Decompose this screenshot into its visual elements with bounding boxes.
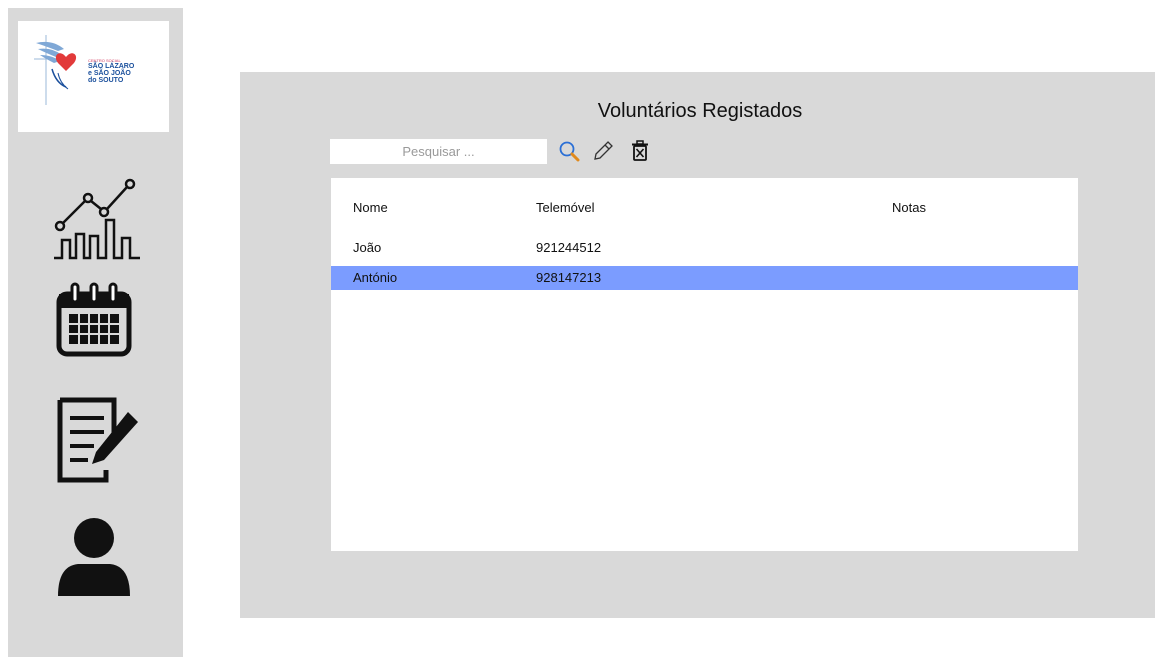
column-header-notas[interactable]: Notas: [892, 200, 926, 215]
logo-line4: do SOUTO: [88, 77, 124, 84]
chart-growth-icon: [54, 178, 140, 260]
logo-text: CENTRO SOCIAL SÃO LÁZARO e SÃO JOÃO do S…: [88, 58, 134, 84]
cell-nome: António: [353, 270, 398, 285]
table-row[interactable]: João 921244512: [331, 236, 1078, 260]
table-row-selected[interactable]: António 928147213: [331, 266, 1078, 290]
search-input[interactable]: [330, 139, 547, 164]
pencil-icon: [594, 141, 613, 160]
edit-button[interactable]: [592, 140, 614, 167]
logo[interactable]: CENTRO SOCIAL SÃO LÁZARO e SÃO JOÃO do S…: [18, 21, 169, 132]
sidebar-item-statistics[interactable]: [52, 176, 142, 261]
sidebar-item-calendar[interactable]: [54, 280, 134, 360]
cell-telemovel: 921244512: [536, 240, 602, 255]
main-panel: Voluntários Registados Nome Telemóvel No…: [240, 72, 1155, 618]
logo-line3: e SÃO JOÃO: [88, 70, 131, 77]
sidebar: CENTRO SOCIAL SÃO LÁZARO e SÃO JOÃO do S…: [8, 8, 183, 657]
dove-heart-logo-icon: [34, 35, 77, 105]
delete-button[interactable]: [630, 140, 650, 167]
search-icon: [559, 141, 580, 162]
column-header-telemovel[interactable]: Telemóvel: [536, 200, 595, 215]
sidebar-item-profile[interactable]: [56, 516, 132, 600]
document-edit-icon: [57, 397, 138, 483]
logo-line2: SÃO LÁZARO: [88, 63, 135, 70]
cell-telemovel: 928147213: [536, 270, 602, 285]
trash-icon: [632, 140, 648, 161]
sidebar-item-notes[interactable]: [54, 396, 144, 486]
search-button[interactable]: [558, 140, 580, 167]
page-title: Voluntários Registados: [597, 100, 803, 122]
cell-nome: João: [353, 240, 382, 255]
volunteers-table: Nome Telemóvel Notas João 921244512 Antó…: [331, 178, 1078, 551]
calendar-icon: [56, 282, 132, 357]
column-header-nome[interactable]: Nome: [353, 200, 388, 215]
user-icon: [58, 518, 130, 596]
